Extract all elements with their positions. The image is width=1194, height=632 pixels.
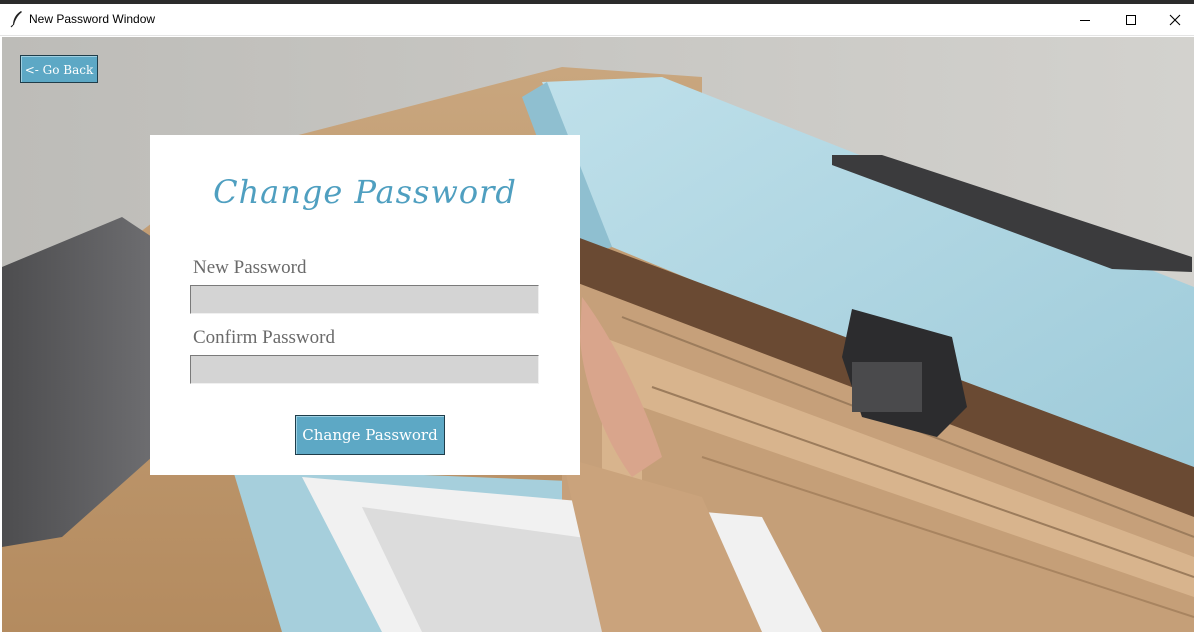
feather-icon: [10, 10, 24, 28]
minimize-icon: [1080, 19, 1090, 21]
confirm-password-label: Confirm Password: [193, 327, 335, 348]
new-password-label: New Password: [193, 257, 307, 278]
confirm-password-input[interactable]: [190, 355, 539, 384]
window-content: <- Go Back Change Password New Password …: [2, 37, 1194, 632]
change-password-panel: Change Password New Password Confirm Pas…: [150, 135, 580, 475]
close-button[interactable]: [1152, 4, 1194, 35]
page-title: Change Password: [213, 173, 517, 211]
title-bar[interactable]: New Password Window: [0, 4, 1194, 36]
go-back-button[interactable]: <- Go Back: [20, 55, 98, 83]
close-icon: [1169, 14, 1181, 25]
change-password-button[interactable]: Change Password: [295, 415, 445, 455]
minimize-button[interactable]: [1062, 4, 1108, 35]
maximize-button[interactable]: [1108, 4, 1154, 35]
maximize-icon: [1126, 14, 1136, 25]
new-password-input[interactable]: [190, 285, 539, 314]
window-title: New Password Window: [29, 12, 156, 26]
